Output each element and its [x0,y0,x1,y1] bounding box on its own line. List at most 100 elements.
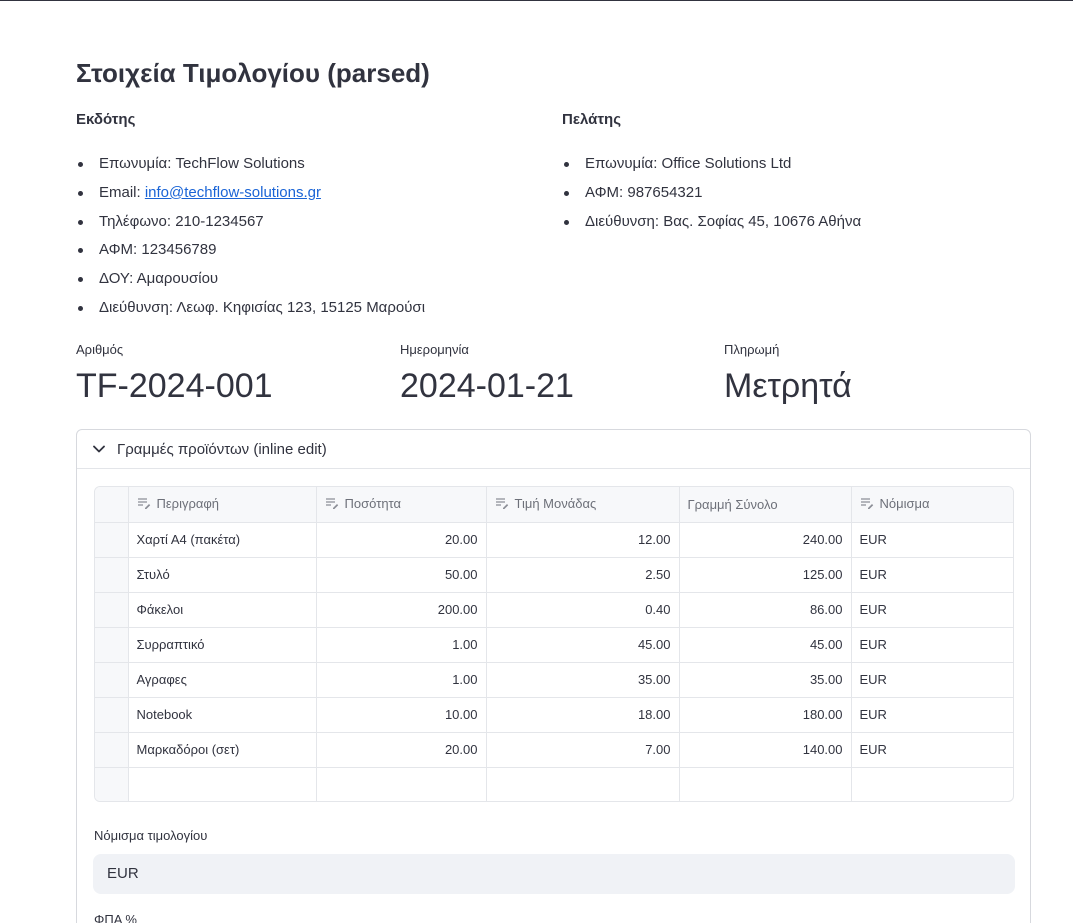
metric-date: Ημερομηνία 2024-01-21 [400,340,574,406]
customer-section: Πελάτης Επωνυμία: Office Solutions Ltd Α… [562,110,1032,240]
table-cell[interactable]: EUR [851,697,1013,733]
table-cell[interactable]: Συρραπτικό [128,627,317,663]
table-cell[interactable]: 12.00 [486,522,680,558]
top-divider [0,0,1073,1]
empty-cell[interactable] [316,767,487,801]
table-cell[interactable]: 7.00 [486,732,680,768]
table-cell[interactable]: 45.00 [486,627,680,663]
empty-cell[interactable] [128,767,317,801]
issuer-list: Επωνυμία: TechFlow Solutions Email: info… [76,154,546,327]
table-cell[interactable]: 35.00 [486,662,680,698]
table-cell[interactable]: Notebook [128,697,317,733]
empty-cell[interactable] [486,767,680,801]
metric-label: Αριθμός [76,342,124,357]
table-cell[interactable]: EUR [851,627,1013,663]
row-index-cell[interactable] [95,522,129,558]
column-header[interactable]: Περιγραφή [128,487,317,523]
customer-address-item: Διεύθυνση: Βας. Σοφίας 45, 10676 Αθήνα [562,212,1032,241]
column-header[interactable]: Γραμμή Σύνολο [679,487,852,523]
table-cell[interactable]: 125.00 [679,557,852,593]
customer-heading: Πελάτης [562,111,621,128]
customer-vat-item: ΑΦΜ: 987654321 [562,183,1032,212]
row-index-cell[interactable] [95,592,129,628]
table-row: Στυλό 50.00 2.50 125.00 EUR [95,557,1013,593]
empty-cell[interactable] [679,767,852,801]
table-row: Φάκελοι 200.00 0.40 86.00 EUR [95,592,1013,628]
table-cell[interactable]: 2.50 [486,557,680,593]
metric-value: TF-2024-001 [76,367,273,405]
product-lines-grid[interactable]: Περιγραφή Ποσότητα Τιμή Μονάδας Γραμμή Σ… [94,486,1014,802]
table-row: Συρραπτικό 1.00 45.00 45.00 EUR [95,627,1013,663]
vat-label: ΦΠΑ % [94,912,137,923]
table-cell[interactable]: 86.00 [679,592,852,628]
empty-cell[interactable] [851,767,1013,801]
table-cell[interactable]: EUR [851,522,1013,558]
expander-header[interactable]: Γραμμές προϊόντων (inline edit) [77,430,1030,469]
row-index-cell[interactable] [95,557,129,593]
table-cell[interactable]: 240.00 [679,522,852,558]
table-cell[interactable]: Στυλό [128,557,317,593]
table-cell[interactable]: EUR [851,557,1013,593]
edit-column-icon [495,497,509,512]
row-index-cell[interactable] [95,697,129,733]
column-header[interactable]: Τιμή Μονάδας [486,487,680,523]
table-cell[interactable]: 35.00 [679,662,852,698]
table-cell[interactable]: EUR [851,662,1013,698]
metric-value: Μετρητά [724,367,852,405]
issuer-vat-item: ΑΦΜ: 123456789 [76,240,546,269]
expander-title: Γραμμές προϊόντων (inline edit) [117,440,327,458]
table-cell[interactable]: 0.40 [486,592,680,628]
table-cell[interactable]: Μαρκαδόροι (σετ) [128,732,317,768]
table-cell[interactable]: EUR [851,592,1013,628]
metric-label: Πληρωμή [724,342,780,357]
table-cell[interactable]: Φάκελοι [128,592,317,628]
table-cell[interactable]: 50.00 [316,557,487,593]
table-cell[interactable]: 20.00 [316,732,487,768]
row-index-cell[interactable] [95,627,129,663]
edit-column-icon [137,497,151,512]
issuer-email-link[interactable]: info@techflow-solutions.gr [145,184,321,201]
chevron-down-icon [91,441,107,457]
issuer-heading: Εκδότης [76,111,136,128]
table-row: Μαρκαδόροι (σετ) 20.00 7.00 140.00 EUR [95,732,1013,768]
metric-value: 2024-01-21 [400,367,574,405]
table-cell[interactable]: 180.00 [679,697,852,733]
page-title: Στοιχεία Τιμολογίου (parsed) [76,58,430,88]
table-row: Αγραφες 1.00 35.00 35.00 EUR [95,662,1013,698]
table-cell[interactable]: 20.00 [316,522,487,558]
row-index-cell[interactable] [95,767,129,801]
table-cell[interactable]: 200.00 [316,592,487,628]
table-cell[interactable]: 45.00 [679,627,852,663]
column-header[interactable]: Νόμισμα [851,487,1013,523]
row-index-cell[interactable] [95,662,129,698]
table-cell[interactable]: 1.00 [316,662,487,698]
table-cell[interactable]: Χαρτί Α4 (πακέτα) [128,522,317,558]
edit-column-icon [860,497,874,512]
product-lines-expander: Γραμμές προϊόντων (inline edit) Περιγραφ… [76,429,1031,923]
column-header[interactable]: Ποσότητα [316,487,487,523]
invoice-currency-input[interactable]: EUR [93,854,1015,894]
issuer-name-item: Επωνυμία: TechFlow Solutions [76,154,546,183]
customer-list: Επωνυμία: Office Solutions Ltd ΑΦΜ: 9876… [562,154,1032,240]
table-cell[interactable]: 1.00 [316,627,487,663]
issuer-tax-office-item: ΔΟΥ: Αμαρουσίου [76,269,546,298]
issuer-section: Εκδότης Επωνυμία: TechFlow Solutions Ema… [76,110,546,327]
row-index-cell[interactable] [95,732,129,768]
row-index-header [95,487,129,523]
customer-name-item: Επωνυμία: Office Solutions Ltd [562,154,1032,183]
header-row: Περιγραφή Ποσότητα Τιμή Μονάδας Γραμμή Σ… [95,487,1013,523]
issuer-email-item: Email: info@techflow-solutions.gr [76,183,546,212]
data-editor-table: Περιγραφή Ποσότητα Τιμή Μονάδας Γραμμή Σ… [95,487,1013,801]
invoice-currency-label: Νόμισμα τιμολογίου [94,828,208,843]
table-row: Notebook 10.00 18.00 180.00 EUR [95,697,1013,733]
table-cell[interactable]: 18.00 [486,697,680,733]
metric-invoice-number: Αριθμός TF-2024-001 [76,340,273,406]
table-cell[interactable]: Αγραφες [128,662,317,698]
table-row: Χαρτί Α4 (πακέτα) 20.00 12.00 240.00 EUR [95,522,1013,558]
table-cell[interactable]: 10.00 [316,697,487,733]
add-row [95,767,1013,801]
table-cell[interactable]: EUR [851,732,1013,768]
metric-payment: Πληρωμή Μετρητά [724,340,852,406]
table-cell[interactable]: 140.00 [679,732,852,768]
edit-column-icon [325,497,339,512]
